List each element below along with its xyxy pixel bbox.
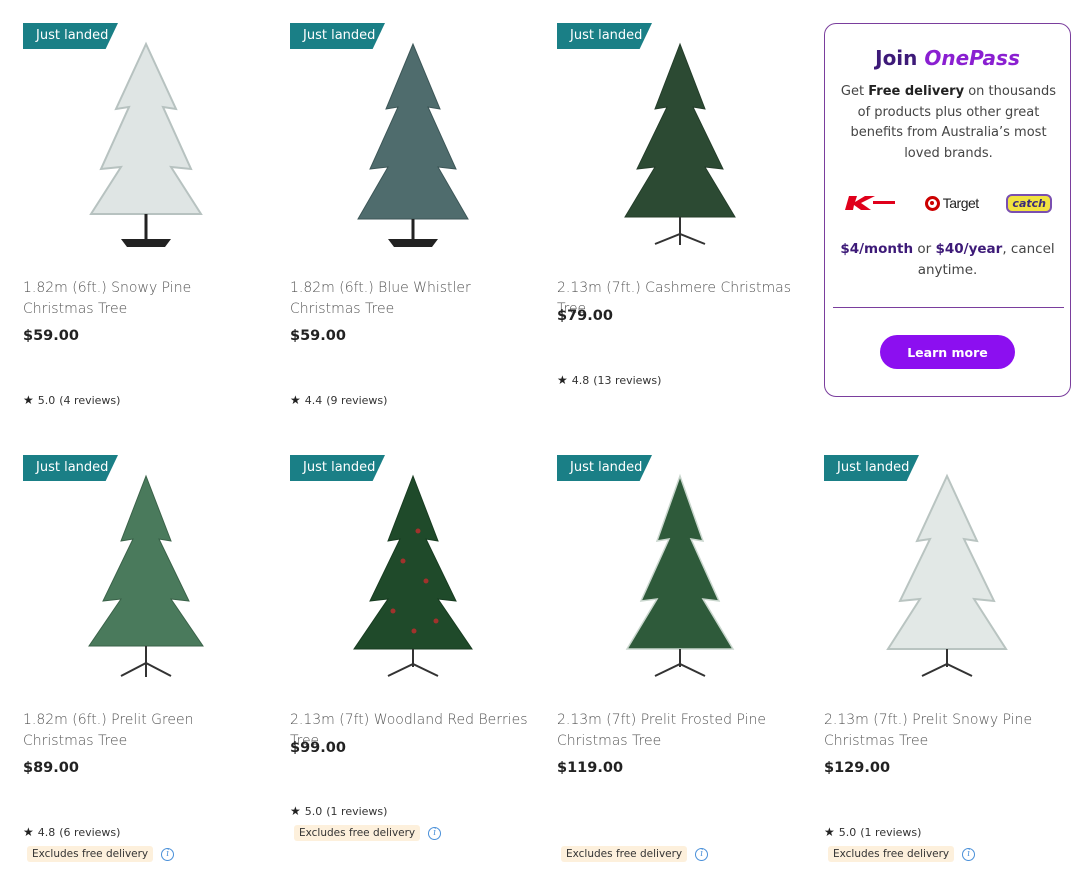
product-price: $99.00 (290, 740, 346, 756)
prelit-green-tree-image (87, 474, 204, 677)
info-icon[interactable]: i (962, 847, 976, 861)
product-price: $59.00 (290, 328, 346, 344)
info-icon[interactable]: i (695, 847, 709, 861)
rating-value: 5.0 (37, 393, 56, 407)
star-icon: ★ (23, 393, 34, 407)
star-icon: ★ (23, 825, 34, 839)
product-rating: ★ 4.8 (13 reviews) (557, 373, 661, 387)
product-title[interactable]: 1.82m (6ft.) Blue Whistler Christmas Tre… (290, 278, 530, 320)
description-prefix: Get (840, 84, 869, 99)
star-icon: ★ (557, 373, 568, 387)
yearly-price: $40/year (935, 241, 1003, 257)
blue-tree-image (356, 42, 469, 247)
onepass-promo: Join OnePass Get Free delivery on thousa… (824, 23, 1071, 397)
rating-value: 5.0 (304, 804, 323, 818)
price-or: or (913, 241, 936, 257)
onepass-title: Join OnePass (825, 46, 1070, 70)
star-icon: ★ (824, 825, 835, 839)
review-count: (1 reviews) (860, 825, 922, 839)
product-rating: ★ 5.0 (1 reviews) (824, 825, 921, 839)
excludes-free-delivery: Excludes free delivery i (294, 825, 442, 841)
product-title[interactable]: 1.82m (6ft.) Prelit Green Christmas Tree (23, 710, 263, 752)
target-logo: Target (924, 195, 979, 211)
review-count: (4 reviews) (59, 393, 121, 407)
catch-logo: catch (1006, 193, 1052, 213)
product-price: $129.00 (824, 760, 891, 776)
target-bullseye-icon (924, 195, 940, 211)
target-label: Target (942, 195, 979, 211)
excludes-tag: Excludes free delivery (27, 846, 154, 862)
monthly-price: $4/month (840, 241, 914, 257)
woodland-tree-image (352, 474, 473, 677)
excludes-free-delivery: Excludes free delivery i (27, 846, 175, 862)
rating-value: 4.8 (37, 825, 56, 839)
prelit-snowy-tree-image (885, 473, 1008, 677)
snowy-tree-image (88, 41, 203, 247)
product-price: $89.00 (23, 760, 79, 776)
product-title[interactable]: 1.82m (6ft.) Snowy Pine Christmas Tree (23, 278, 263, 320)
excludes-tag: Excludes free delivery (294, 825, 421, 841)
rating-value: 4.4 (304, 393, 323, 407)
review-count: (13 reviews) (593, 373, 662, 387)
product-card-woodland-berries[interactable]: Just landed 2.13m (7ft) Woodland Red Ber… (290, 455, 535, 841)
learn-more-button[interactable]: Learn more (880, 335, 1015, 369)
product-card-cashmere[interactable]: Just landed 2.13m (7ft.) Cashmere Christ… (557, 23, 802, 387)
product-image[interactable]: Just landed (824, 455, 1069, 685)
product-card-snowy-pine[interactable]: Just landed 1.82m (6ft.) Snowy Pine Chri… (23, 23, 268, 407)
excludes-free-delivery: Excludes free delivery i (828, 846, 976, 862)
rating-value: 4.8 (571, 373, 590, 387)
excludes-free-delivery: Excludes free delivery i (561, 846, 709, 862)
product-card-frosted-pine[interactable]: Just landed 2.13m (7ft) Prelit Frosted P… (557, 455, 802, 862)
review-count: (9 reviews) (326, 393, 388, 407)
product-image[interactable]: Just landed (290, 455, 535, 685)
review-count: (1 reviews) (326, 804, 388, 818)
product-rating: ★ 5.0 (1 reviews) (290, 804, 387, 818)
onepass-pricing: $4/month or $40/year, cancel anytime. (825, 239, 1070, 281)
cashmere-tree-image (623, 42, 736, 245)
partner-logos: Target catch (845, 191, 1052, 215)
star-icon: ★ (290, 804, 301, 818)
info-icon[interactable]: i (161, 847, 175, 861)
product-card-blue-whistler[interactable]: Just landed 1.82m (6ft.) Blue Whistler C… (290, 23, 535, 407)
review-count: (6 reviews) (59, 825, 121, 839)
product-title[interactable]: 2.13m (7ft) Prelit Frosted Pine Christma… (557, 710, 797, 752)
rating-value: 5.0 (838, 825, 857, 839)
join-label: Join (875, 46, 918, 70)
product-image[interactable]: Just landed (23, 23, 268, 253)
onepass-logo: OnePass (924, 46, 1020, 70)
divider (833, 307, 1064, 308)
excludes-tag: Excludes free delivery (561, 846, 688, 862)
product-image[interactable]: Just landed (557, 455, 802, 685)
product-image[interactable]: Just landed (23, 455, 268, 685)
product-price: $119.00 (557, 760, 624, 776)
product-price: $79.00 (557, 308, 613, 324)
star-icon: ★ (290, 393, 301, 407)
product-card-prelit-snowy[interactable]: Just landed 2.13m (7ft.) Prelit Snowy Pi… (824, 455, 1069, 862)
product-rating: ★ 4.8 (6 reviews) (23, 825, 120, 839)
free-delivery-label: Free delivery (868, 84, 965, 99)
info-icon[interactable]: i (428, 826, 442, 840)
product-rating: ★ 4.4 (9 reviews) (290, 393, 387, 407)
kmart-logo (845, 196, 895, 210)
product-card-prelit-green[interactable]: Just landed 1.82m (6ft.) Prelit Green Ch… (23, 455, 268, 862)
excludes-tag: Excludes free delivery (828, 846, 955, 862)
frosted-tree-image (625, 473, 734, 677)
product-image[interactable]: Just landed (557, 23, 802, 253)
product-title[interactable]: 2.13m (7ft.) Prelit Snowy Pine Christmas… (824, 710, 1064, 752)
product-image[interactable]: Just landed (290, 23, 535, 253)
onepass-description: Get Free delivery on thousands of produc… (837, 82, 1060, 164)
product-price: $59.00 (23, 328, 79, 344)
product-rating: ★ 5.0 (4 reviews) (23, 393, 120, 407)
